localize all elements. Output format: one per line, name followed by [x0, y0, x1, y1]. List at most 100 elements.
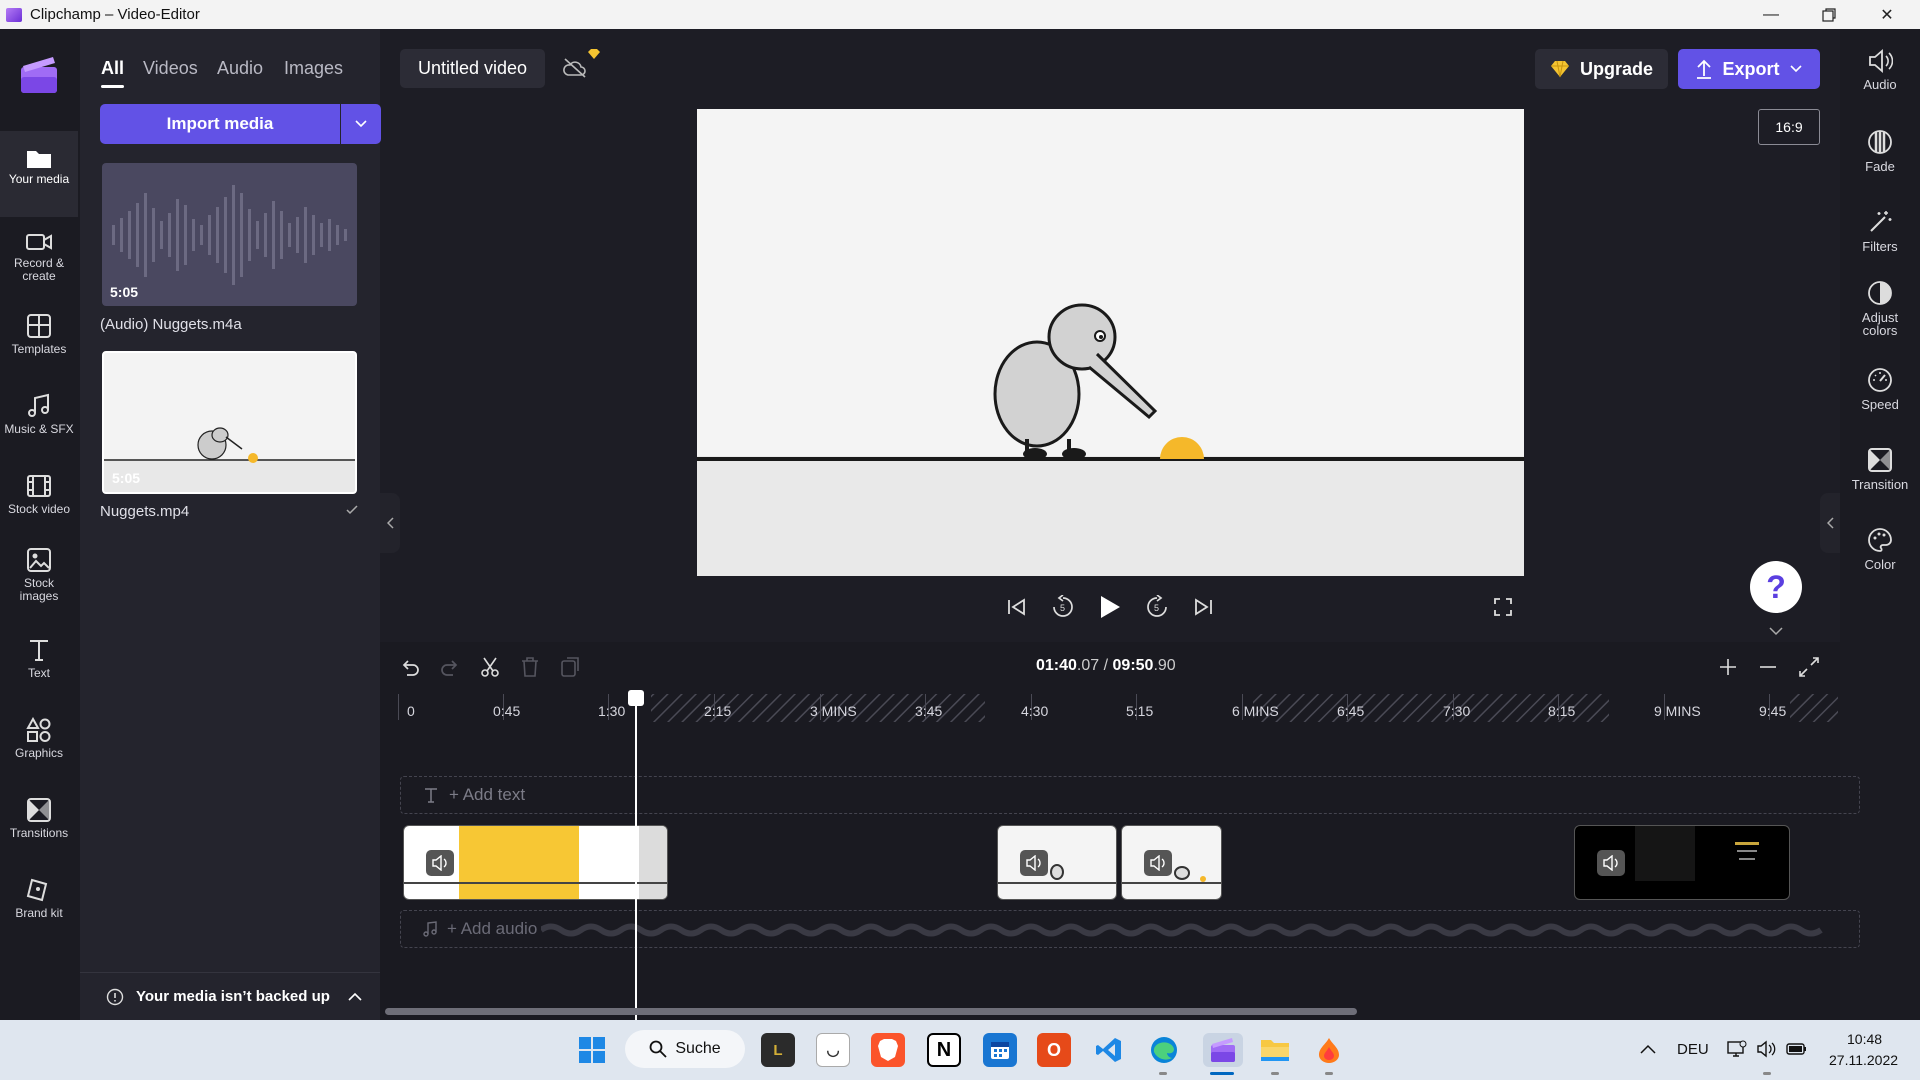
battery-icon[interactable] — [1786, 1041, 1808, 1057]
video-clip[interactable] — [403, 825, 668, 900]
nav-brand-kit[interactable]: Brand kit — [0, 865, 78, 945]
playhead-handle[interactable] — [628, 690, 644, 706]
add-audio-track[interactable]: + Add audio — [400, 910, 1860, 948]
edge-browser-icon[interactable] — [1147, 1033, 1181, 1067]
add-text-track[interactable]: + Add text — [400, 776, 1860, 814]
notion-icon[interactable]: N — [927, 1033, 961, 1067]
media-duration: 5:05 — [112, 470, 141, 486]
tab-all[interactable]: All — [101, 58, 125, 88]
film-icon — [27, 475, 51, 497]
fullscreen-button[interactable] — [1488, 592, 1518, 622]
calendar-icon[interactable] — [983, 1033, 1017, 1067]
brave-browser-icon[interactable] — [871, 1033, 905, 1067]
prop-adjust-colors[interactable]: Adjust colors — [1840, 280, 1920, 337]
prop-fade[interactable]: Fade — [1840, 129, 1920, 173]
minimize-icon[interactable]: — — [1742, 0, 1800, 29]
import-options-dropdown[interactable] — [341, 104, 381, 144]
video-clip[interactable] — [1574, 825, 1790, 900]
fit-timeline-icon[interactable] — [1798, 656, 1820, 678]
kiwi-bird-frame — [697, 303, 1524, 576]
undo-icon[interactable] — [400, 657, 420, 677]
clock-date[interactable]: 27.11.2022 — [1829, 1052, 1898, 1068]
cloud-sync-off-icon[interactable] — [562, 56, 588, 85]
prop-filters[interactable]: Filters — [1840, 209, 1920, 253]
nav-stock-images[interactable]: Stock images — [0, 535, 78, 625]
audio-media-thumbnail[interactable]: 5:05 — [102, 163, 357, 306]
windows-start-icon[interactable] — [575, 1033, 609, 1067]
nav-record-create[interactable]: Record & create — [0, 217, 78, 297]
timeline-ruler[interactable]: 0 0:45 1:30 2:15 3 MINS 3:45 4:30 5:15 6… — [398, 694, 1838, 722]
speaker-icon — [1150, 855, 1165, 871]
file-explorer-icon[interactable] — [1258, 1033, 1292, 1067]
tab-videos[interactable]: Videos — [143, 58, 198, 79]
export-button[interactable]: Export — [1678, 49, 1820, 89]
unknown-flame-app-icon[interactable] — [1312, 1033, 1346, 1067]
nav-your-media[interactable]: Your media — [0, 131, 78, 217]
show-hidden-icons-chevron[interactable] — [1640, 1044, 1656, 1054]
nav-music-sfx[interactable]: Music & SFX — [0, 381, 78, 461]
fullscreen-icon — [1494, 598, 1512, 616]
upgrade-button[interactable]: Upgrade — [1535, 49, 1668, 89]
upgrade-label: Upgrade — [1579, 58, 1653, 79]
video-media-thumbnail[interactable]: 5:05 — [102, 351, 357, 494]
help-button[interactable]: ? — [1750, 561, 1802, 613]
skip-to-start-button[interactable] — [1002, 592, 1032, 622]
nav-templates[interactable]: Templates — [0, 301, 78, 381]
collapse-properties-panel-button[interactable] — [1820, 493, 1840, 553]
nav-stock-video[interactable]: Stock video — [0, 461, 78, 541]
delete-icon[interactable] — [520, 656, 540, 678]
restore-icon[interactable] — [1800, 0, 1858, 29]
network-icon[interactable] — [1727, 1040, 1747, 1058]
nav-graphics[interactable]: Graphics — [0, 705, 78, 785]
league-of-legends-icon[interactable]: L — [761, 1033, 795, 1067]
timeline-scrollbar[interactable] — [385, 1008, 1357, 1015]
zoom-out-icon[interactable] — [1758, 657, 1778, 677]
nav-transitions[interactable]: Transitions — [0, 785, 78, 865]
duplicate-icon[interactable] — [560, 656, 582, 678]
chevron-down-icon — [355, 120, 367, 128]
ruler-tick: 3:45 — [915, 703, 943, 719]
aspect-ratio-button[interactable]: 16:9 — [1758, 109, 1820, 145]
clip-volume-button[interactable] — [426, 850, 454, 876]
skip-to-end-button[interactable] — [1188, 592, 1218, 622]
video-clip[interactable] — [1121, 825, 1222, 900]
import-media-button[interactable]: Import media — [100, 104, 340, 144]
clock-time[interactable]: 10:48 — [1847, 1031, 1882, 1047]
tab-images[interactable]: Images — [284, 58, 343, 79]
close-icon[interactable]: ✕ — [1858, 0, 1916, 29]
redo-icon[interactable] — [440, 657, 460, 677]
nav-label: Text — [27, 666, 50, 680]
tab-audio[interactable]: Audio — [217, 58, 263, 79]
clip-volume-button[interactable] — [1597, 850, 1625, 876]
collapse-media-panel-button[interactable] — [380, 493, 400, 553]
clipchamp-logo[interactable] — [19, 55, 59, 95]
zoom-in-icon[interactable] — [1718, 657, 1738, 677]
play-button[interactable] — [1095, 592, 1125, 622]
nav-text[interactable]: Text — [0, 625, 78, 705]
backup-status-bar[interactable]: Your media isn’t backed up — [80, 972, 380, 1020]
clip-volume-button[interactable] — [1144, 850, 1172, 876]
rewind-5-icon: 5 — [1053, 595, 1073, 617]
keyboard-language[interactable]: DEU — [1677, 1041, 1709, 1058]
clip-volume-button[interactable] — [1020, 850, 1048, 876]
taskbar-search[interactable]: Suche — [625, 1030, 745, 1068]
speaker-icon — [1026, 855, 1041, 871]
vscode-icon[interactable] — [1092, 1033, 1126, 1067]
office-icon[interactable]: O — [1037, 1033, 1071, 1067]
video-clip[interactable] — [997, 825, 1117, 900]
forward-5s-button[interactable]: 5 — [1142, 592, 1172, 622]
clipchamp-taskbar-icon[interactable] — [1203, 1033, 1243, 1067]
prop-transition[interactable]: Transition — [1840, 447, 1920, 491]
prop-label: Filters — [1862, 239, 1898, 254]
chevron-down-icon[interactable] — [1769, 627, 1783, 636]
prop-color[interactable]: Color — [1840, 527, 1920, 571]
prop-audio[interactable]: Audio — [1840, 49, 1920, 91]
volume-icon[interactable] — [1756, 1040, 1776, 1058]
split-scissors-icon[interactable] — [480, 656, 500, 678]
prop-speed[interactable]: Speed — [1840, 367, 1920, 411]
hollow-knight-icon[interactable]: ◡ — [816, 1033, 850, 1067]
rewind-5s-button[interactable]: 5 — [1048, 592, 1078, 622]
video-preview[interactable] — [697, 109, 1524, 576]
project-title[interactable]: Untitled video — [400, 49, 545, 88]
playhead[interactable] — [635, 690, 637, 1020]
